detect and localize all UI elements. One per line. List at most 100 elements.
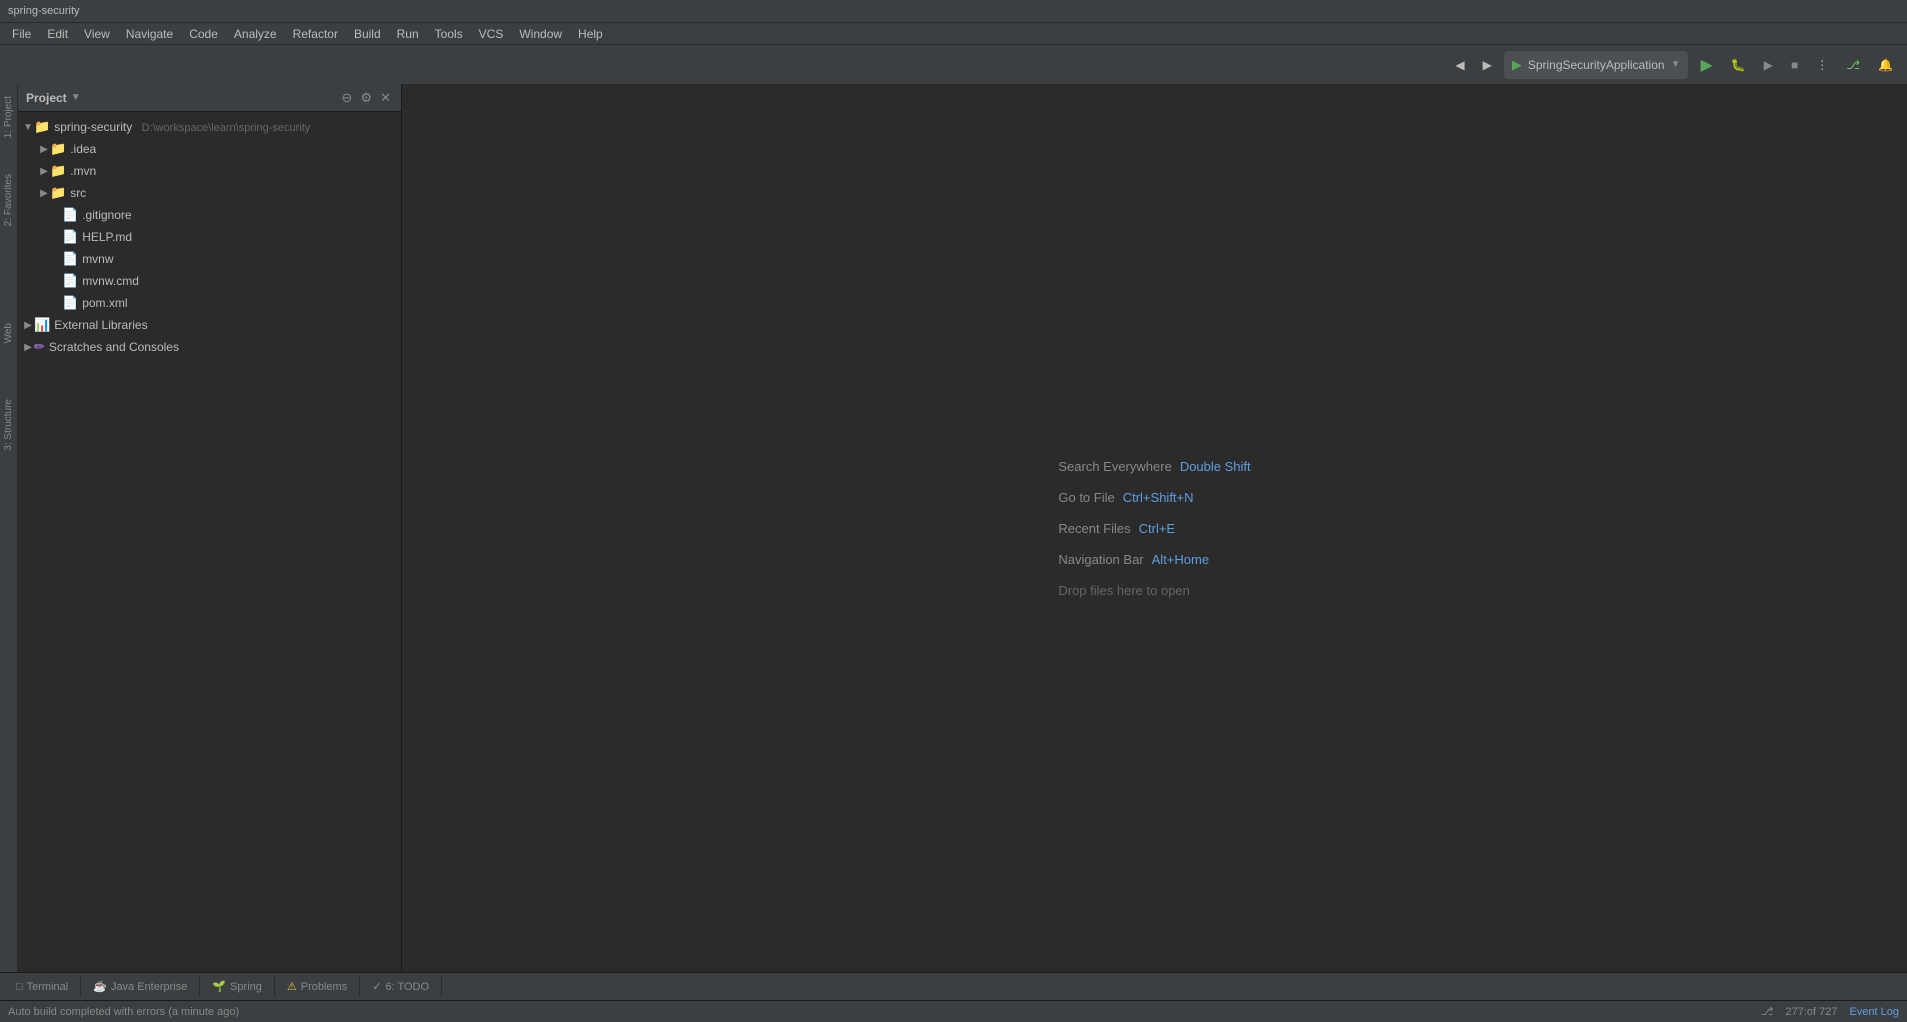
tree-arrow-src: ▶ [38,188,50,199]
tab-spring[interactable]: 🌱 Spring [200,976,275,997]
project-tab-vertical[interactable]: 1: Project [1,88,16,146]
left-icon-strip: 1: Project 2: Favorites Web 3: Structure [0,84,18,972]
run-config-dropdown-icon[interactable]: ▼ [1671,59,1681,70]
line-column-position: 277:of 727 [1785,1006,1837,1018]
back-button[interactable]: ◀ [1449,54,1470,76]
more-actions-button[interactable]: ⋮ [1810,54,1834,76]
file-tree[interactable]: ▼ 📁 spring-security D:\workspace\learn\s… [18,112,401,972]
menu-refactor[interactable]: Refactor [285,25,346,43]
collapse-all-button[interactable]: ⊖ [340,88,355,108]
stop-button[interactable]: ■ [1785,54,1804,76]
menu-bar: File Edit View Navigate Code Analyze Ref… [0,22,1907,44]
tree-item-idea[interactable]: ▶ 📁 .idea [18,138,401,160]
search-everywhere-shortcut: Double Shift [1180,459,1251,474]
tree-item-mvnw[interactable]: ▶ 📄 mvnw [18,248,401,270]
status-left: Auto build completed with errors (a minu… [8,1006,239,1018]
java-enterprise-icon: ☕ [93,980,107,993]
folder-icon-root: 📁 [34,119,50,135]
terminal-label: Terminal [27,981,69,993]
menu-file[interactable]: File [4,25,39,43]
tree-item-gitignore[interactable]: ▶ 📄 .gitignore [18,204,401,226]
close-panel-button[interactable]: ✕ [378,88,393,108]
panel-dropdown-icon[interactable]: ▼ [71,92,81,103]
welcome-hints: Search Everywhere Double Shift Go to Fil… [1058,459,1250,598]
menu-tools[interactable]: Tools [427,25,471,43]
go-to-file-label: Go to File [1058,490,1114,505]
tree-label-gitignore: .gitignore [82,208,131,222]
structure-tab-vertical[interactable]: 3: Structure [1,391,16,459]
tree-item-external-libs[interactable]: ▶ 📊 External Libraries [18,314,401,336]
window-title: spring-security [8,5,80,17]
tree-item-pomxml[interactable]: ▶ 📄 pom.xml [18,292,401,314]
git-button[interactable]: ⎇ [1840,54,1866,76]
scratch-icon: ✏ [34,339,45,355]
drop-files-label: Drop files here to open [1058,583,1190,598]
tree-label-scratches: Scratches and Consoles [49,340,179,354]
profile-button[interactable]: ▶ [1758,54,1779,76]
tree-label-helpmd: HELP.md [82,230,132,244]
run-config-selector[interactable]: ▶ SpringSecurityApplication ▼ [1504,51,1689,79]
title-bar: spring-security [0,0,1907,22]
show-options-button[interactable]: ⚙ [358,88,374,108]
tree-item-helpmd[interactable]: ▶ 📄 HELP.md [18,226,401,248]
go-to-file-shortcut: Ctrl+Shift+N [1123,490,1194,505]
web-tab-vertical[interactable]: Web [1,315,16,351]
file-icon-helpmd: 📄 [62,229,78,245]
tree-item-root[interactable]: ▼ 📁 spring-security D:\workspace\learn\s… [18,116,401,138]
run-button[interactable]: ▶ [1694,51,1718,79]
tree-label-root: spring-security D:\workspace\learn\sprin… [54,120,310,134]
todo-icon: ✓ [372,980,381,993]
debug-button[interactable]: 🐛 [1725,54,1752,76]
navigation-bar-hint: Navigation Bar Alt+Home [1058,552,1250,567]
tree-item-scratches[interactable]: ▶ ✏ Scratches and Consoles [18,336,401,358]
tab-terminal[interactable]: □ Terminal [4,977,81,997]
run-config-icon: ▶ [1512,57,1522,73]
tree-item-mvn[interactable]: ▶ 📁 .mvn [18,160,401,182]
menu-code[interactable]: Code [181,25,226,43]
tree-arrow-scratches: ▶ [22,342,34,353]
menu-vcs[interactable]: VCS [471,25,512,43]
favorites-tab-vertical[interactable]: 2: Favorites [1,166,16,234]
folder-icon-mvn: 📁 [50,163,66,179]
todo-label: 6: TODO [385,981,429,993]
tree-arrow-root: ▼ [22,122,34,133]
tab-todo[interactable]: ✓ 6: TODO [360,976,442,997]
tree-label-external-libs: External Libraries [54,318,147,332]
tree-arrow-idea: ▶ [38,144,50,155]
menu-edit[interactable]: Edit [39,25,76,43]
menu-view[interactable]: View [76,25,118,43]
menu-window[interactable]: Window [511,25,570,43]
tree-label-mvnwcmd: mvnw.cmd [82,274,139,288]
tab-java-enterprise[interactable]: ☕ Java Enterprise [81,976,200,997]
panel-actions: ⊖ ⚙ ✕ [340,88,393,108]
menu-build[interactable]: Build [346,25,389,43]
event-log-link[interactable]: Event Log [1849,1006,1899,1018]
tree-item-src[interactable]: ▶ 📁 src [18,182,401,204]
menu-analyze[interactable]: Analyze [226,25,285,43]
drop-files-hint: Drop files here to open [1058,583,1250,598]
run-config-name: SpringSecurityApplication [1528,58,1665,72]
tree-label-mvnw: mvnw [82,252,113,266]
tab-problems[interactable]: ⚠ Problems [275,976,360,997]
toolbar-right: ◀ ▶ ▶ SpringSecurityApplication ▼ ▶ 🐛 ▶ … [1449,51,1899,79]
recent-files-shortcut: Ctrl+E [1139,521,1175,536]
folder-icon-idea: 📁 [50,141,66,157]
problems-icon: ⚠ [287,980,297,993]
notifications-button[interactable]: 🔔 [1872,54,1899,76]
recent-files-label: Recent Files [1058,521,1130,536]
git-branch-icon: ⎇ [1761,1005,1774,1018]
menu-run[interactable]: Run [389,25,427,43]
tree-arrow-mvn: ▶ [38,166,50,177]
java-enterprise-label: Java Enterprise [111,981,187,993]
tree-item-mvnwcmd[interactable]: ▶ 📄 mvnw.cmd [18,270,401,292]
spring-icon: 🌱 [212,980,226,993]
lib-icon: 📊 [34,317,50,333]
problems-label: Problems [301,981,347,993]
tree-label-pomxml: pom.xml [82,296,127,310]
file-icon-mvnwcmd: 📄 [62,273,78,289]
forward-button[interactable]: ▶ [1477,54,1498,76]
menu-help[interactable]: Help [570,25,611,43]
menu-navigate[interactable]: Navigate [118,25,181,43]
panel-title: Project ▼ [26,91,81,105]
panel-title-text: Project [26,91,67,105]
